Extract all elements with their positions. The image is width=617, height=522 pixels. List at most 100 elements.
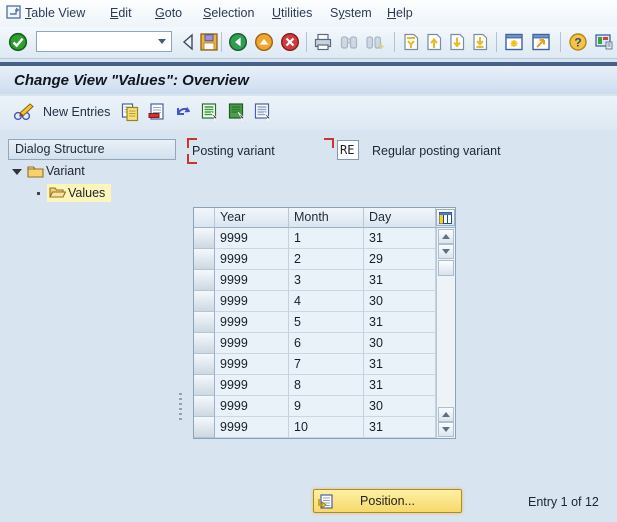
table-cell[interactable]: 31 — [364, 228, 436, 249]
menu-table-view[interactable]: Table View — [25, 6, 85, 20]
tree-item-variant[interactable]: Variant — [46, 162, 85, 180]
column-header-year[interactable]: Year — [215, 208, 289, 228]
table-cell[interactable]: 31 — [364, 375, 436, 396]
menu-goto[interactable]: Goto — [155, 6, 182, 20]
save-icon[interactable] — [199, 32, 219, 52]
new-entries-button[interactable]: New Entries — [43, 105, 110, 119]
table-cell[interactable]: 9 — [289, 396, 364, 417]
table-cell[interactable]: 30 — [364, 291, 436, 312]
scrollbar-thumb[interactable] — [438, 260, 454, 276]
table-cell[interactable]: 7 — [289, 354, 364, 375]
table-cell[interactable]: 30 — [364, 333, 436, 354]
scroll-page-up-icon[interactable] — [438, 407, 454, 422]
table-cell[interactable]: 31 — [364, 270, 436, 291]
row-selector[interactable] — [194, 249, 215, 270]
row-selector[interactable] — [194, 417, 215, 438]
table-cell[interactable]: 2 — [289, 249, 364, 270]
table-cell[interactable]: 1 — [289, 228, 364, 249]
sap-gui-window: Table View Edit Goto Selection Utilities… — [0, 0, 617, 522]
hide-toolbar-icon[interactable] — [181, 32, 195, 52]
table-cell[interactable]: 8 — [289, 375, 364, 396]
table-cell[interactable]: 30 — [364, 396, 436, 417]
select-all-icon[interactable] — [200, 102, 220, 122]
table-cell[interactable]: 9999 — [215, 354, 289, 375]
command-input[interactable] — [38, 33, 156, 52]
select-all-header-cell[interactable] — [194, 208, 215, 228]
row-selector[interactable] — [194, 291, 215, 312]
create-shortcut-icon[interactable] — [531, 32, 551, 52]
posting-variant-input[interactable] — [337, 140, 359, 160]
menu-system[interactable]: System — [330, 6, 372, 20]
title-bar: Change View "Values": Overview — [0, 62, 617, 94]
menu-help[interactable]: Help — [387, 6, 413, 20]
scroll-down-icon[interactable] — [438, 244, 454, 259]
toolbar-separator — [221, 32, 222, 52]
menu-edit[interactable]: Edit — [110, 6, 132, 20]
table-vertical-scrollbar[interactable] — [436, 228, 455, 438]
undo-icon[interactable] — [173, 102, 193, 122]
find-icon[interactable] — [339, 32, 359, 52]
help-icon[interactable]: ? — [568, 32, 588, 52]
column-header-month[interactable]: Month — [289, 208, 364, 228]
table-cell[interactable]: 9999 — [215, 228, 289, 249]
deselect-all-icon[interactable] — [253, 102, 273, 122]
table-cell[interactable]: 9999 — [215, 417, 289, 438]
table-row: 9999331 — [194, 270, 436, 291]
table-cell[interactable]: 10 — [289, 417, 364, 438]
menu-utilities[interactable]: Utilities — [272, 6, 312, 20]
table-settings-button[interactable] — [436, 209, 455, 226]
customize-layout-icon[interactable] — [594, 32, 614, 52]
cancel-icon[interactable] — [280, 32, 300, 52]
panel-splitter[interactable] — [179, 393, 183, 423]
table-cell[interactable]: 9999 — [215, 270, 289, 291]
scroll-page-down-icon[interactable] — [438, 422, 454, 437]
table-cell[interactable]: 9999 — [215, 396, 289, 417]
table-cell[interactable]: 9999 — [215, 291, 289, 312]
row-selector[interactable] — [194, 228, 215, 249]
table-cell[interactable]: 3 — [289, 270, 364, 291]
table-row: 9999229 — [194, 249, 436, 270]
display-change-toggle-icon[interactable] — [12, 102, 36, 122]
page-up-icon[interactable] — [424, 32, 444, 52]
last-page-icon[interactable] — [470, 32, 490, 52]
table-cell[interactable]: 5 — [289, 312, 364, 333]
delete-icon[interactable] — [147, 102, 167, 122]
enter-icon[interactable] — [8, 32, 28, 52]
scroll-up-icon[interactable] — [438, 229, 454, 244]
copy-icon[interactable] — [120, 102, 140, 122]
tree-expander-icon[interactable] — [12, 169, 22, 175]
table-row: 9999731 — [194, 354, 436, 375]
page-down-icon[interactable] — [447, 32, 467, 52]
command-dropdown-icon[interactable] — [153, 33, 170, 50]
new-session-icon[interactable] — [504, 32, 524, 52]
table-cell[interactable]: 31 — [364, 417, 436, 438]
table-cell[interactable]: 4 — [289, 291, 364, 312]
print-icon[interactable] — [313, 32, 333, 52]
command-field[interactable] — [36, 31, 172, 52]
table-cell[interactable]: 9999 — [215, 249, 289, 270]
back-icon[interactable] — [228, 32, 248, 52]
table-cell[interactable]: 31 — [364, 312, 436, 333]
row-selector[interactable] — [194, 396, 215, 417]
table-cell[interactable]: 9999 — [215, 333, 289, 354]
exit-icon[interactable] — [254, 32, 274, 52]
table-cell[interactable]: 9999 — [215, 375, 289, 396]
table-cell[interactable]: 31 — [364, 354, 436, 375]
table-row: 9999630 — [194, 333, 436, 354]
position-button[interactable]: Position... — [313, 489, 462, 513]
select-block-icon[interactable] — [227, 102, 247, 122]
session-menu-icon[interactable] — [6, 5, 22, 20]
table-cell[interactable]: 6 — [289, 333, 364, 354]
row-selector[interactable] — [194, 354, 215, 375]
menu-selection[interactable]: Selection — [203, 6, 254, 20]
table-header-row: Year Month Day — [194, 208, 455, 228]
column-header-day[interactable]: Day — [364, 208, 436, 228]
table-cell[interactable]: 9999 — [215, 312, 289, 333]
find-next-icon[interactable] — [365, 32, 385, 52]
row-selector[interactable] — [194, 375, 215, 396]
row-selector[interactable] — [194, 312, 215, 333]
table-cell[interactable]: 29 — [364, 249, 436, 270]
row-selector[interactable] — [194, 270, 215, 291]
row-selector[interactable] — [194, 333, 215, 354]
first-page-icon[interactable] — [401, 32, 421, 52]
